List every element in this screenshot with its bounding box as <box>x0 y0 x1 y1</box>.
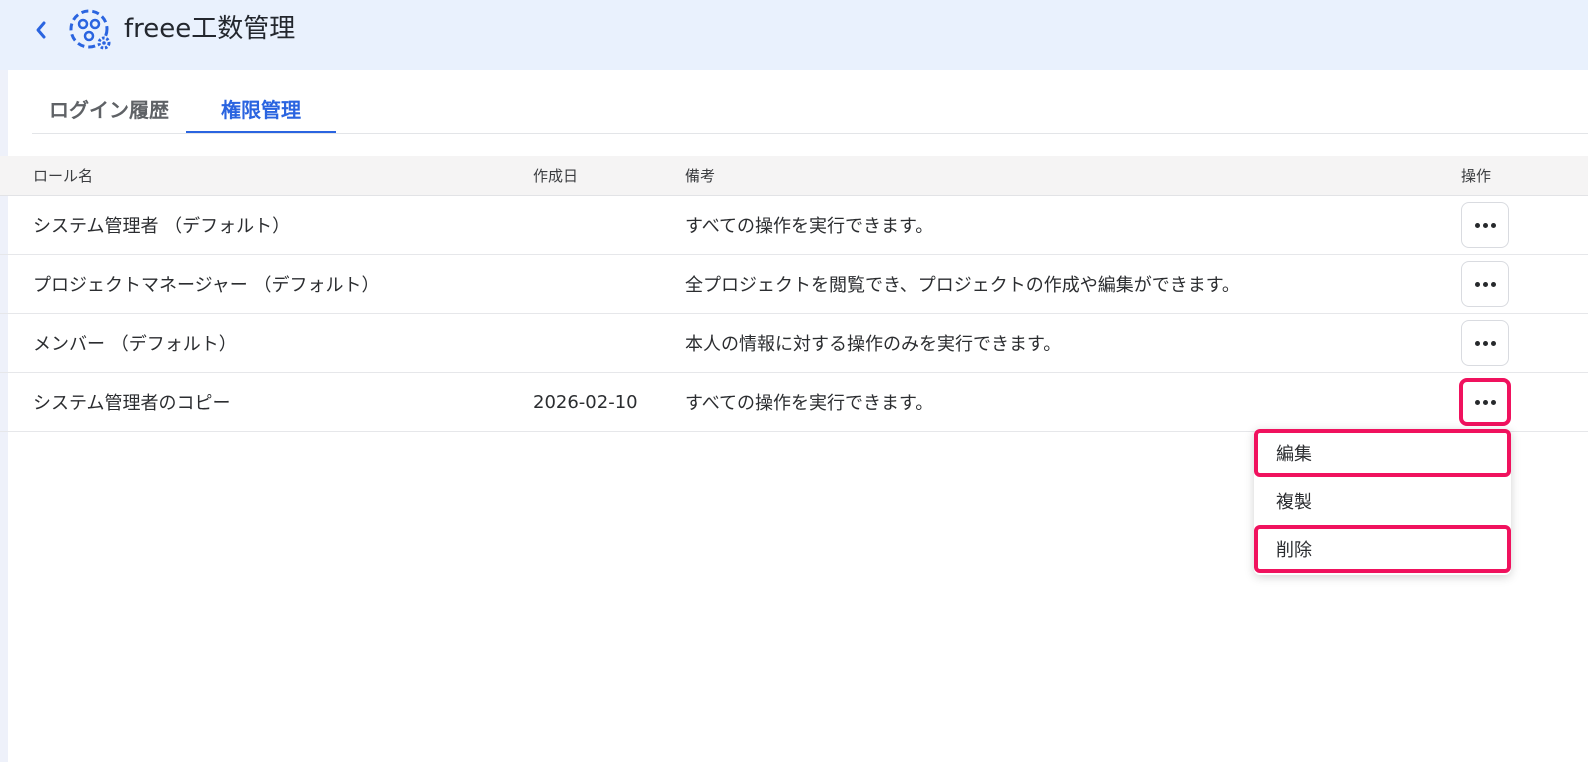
more-dots-icon <box>1482 399 1488 405</box>
chevron-left-icon <box>36 21 46 39</box>
more-dots-icon <box>1474 281 1480 287</box>
more-dots-icon <box>1490 340 1496 346</box>
table-header: ロール名 作成日 備考 操作 <box>0 156 1588 196</box>
app-title: freee工数管理 <box>124 14 296 44</box>
more-actions-button[interactable] <box>1461 261 1509 307</box>
table-row: メンバー （デフォルト） 本人の情報に対する操作のみを実行できます。 <box>0 314 1588 373</box>
menu-item-edit[interactable]: 編集 <box>1254 429 1511 477</box>
more-dots-icon <box>1482 222 1488 228</box>
menu-item-delete[interactable]: 削除 <box>1254 525 1511 573</box>
header-created-date: 作成日 <box>533 167 579 185</box>
created-date: 2026-02-10 <box>533 391 638 413</box>
table-row: プロジェクトマネージャー （デフォルト） 全プロジェクトを閲覧でき、プロジェクト… <box>0 255 1588 314</box>
gear-people-icon <box>69 9 111 50</box>
role-name: システム管理者 （デフォルト） <box>33 216 291 237</box>
more-dots-icon <box>1474 399 1480 405</box>
header-role-name: ロール名 <box>33 167 94 185</box>
row-actions-cell <box>1461 255 1509 313</box>
table-row: システム管理者 （デフォルト） すべての操作を実行できます。 <box>0 196 1588 255</box>
role-name: メンバー （デフォルト） <box>33 334 237 355</box>
role-note: 本人の情報に対する操作のみを実行できます。 <box>685 334 1062 355</box>
more-dots-icon <box>1474 340 1480 346</box>
role-name: システム管理者のコピー <box>33 393 231 414</box>
row-actions-cell <box>1461 314 1509 372</box>
row-actions-cell <box>1461 196 1509 254</box>
more-dots-icon <box>1490 222 1496 228</box>
role-note: 全プロジェクトを閲覧でき、プロジェクトの作成や編集ができます。 <box>685 275 1240 296</box>
role-note: すべての操作を実行できます。 <box>685 393 934 414</box>
app-header: freee工数管理 <box>0 0 1588 70</box>
tab-permission-management[interactable]: 権限管理 <box>186 88 336 134</box>
menu-item-duplicate[interactable]: 複製 <box>1254 477 1511 525</box>
role-name: プロジェクトマネージャー （デフォルト） <box>33 275 380 296</box>
more-dots-icon <box>1490 399 1496 405</box>
more-dots-icon <box>1482 340 1488 346</box>
more-dots-icon <box>1490 281 1496 287</box>
more-dots-icon <box>1474 222 1480 228</box>
role-note: すべての操作を実行できます。 <box>685 216 934 237</box>
roles-table: ロール名 作成日 備考 操作 システム管理者 （デフォルト） すべての操作を実行… <box>0 156 1588 432</box>
tab-login-history[interactable]: ログイン履歴 <box>32 88 186 134</box>
table-row: システム管理者のコピー 2026-02-10 すべての操作を実行できます。 <box>0 373 1588 432</box>
more-actions-button[interactable] <box>1461 320 1509 366</box>
more-actions-button[interactable] <box>1461 202 1509 248</box>
header-operations: 操作 <box>1461 167 1492 185</box>
tab-divider <box>32 133 1588 134</box>
tab-bar: ログイン履歴 権限管理 <box>32 88 336 134</box>
back-button[interactable] <box>30 16 52 44</box>
header-note: 備考 <box>685 167 716 185</box>
more-actions-button-highlighted[interactable] <box>1459 378 1511 426</box>
row-actions-cell <box>1459 373 1511 431</box>
more-dots-icon <box>1482 281 1488 287</box>
row-actions-menu: 編集 複製 削除 <box>1254 429 1511 575</box>
